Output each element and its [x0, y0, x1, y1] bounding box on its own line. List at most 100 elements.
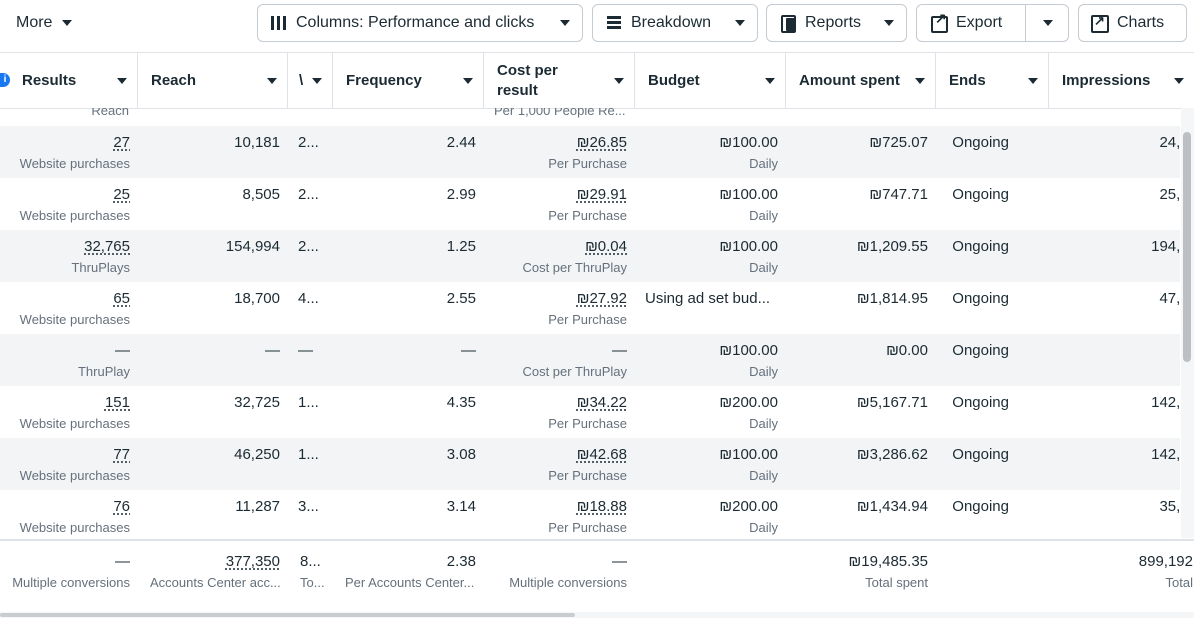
reach-value: — — [265, 342, 280, 359]
budget-subtext: Daily — [749, 364, 778, 379]
cell-reach: 32,725 — [138, 386, 288, 438]
export-split-button: Export — [916, 4, 1069, 42]
table-row[interactable]: 76 Website purchases 11,287 3... 3.14 ₪18.88 P… — [0, 490, 1180, 538]
cell-spent: ₪0.00 — [786, 334, 936, 386]
cell-results: — ThruPlay — [0, 334, 138, 386]
cell-narrow: 2... — [288, 126, 333, 178]
breakdown-button[interactable]: Breakdown — [592, 4, 758, 42]
reports-label: Reports — [805, 14, 862, 31]
budget-value: ₪100.00 — [719, 238, 778, 255]
chevron-down-icon — [614, 78, 624, 84]
table-row[interactable]: 65 Website purchases 18,700 4... 2.55 ₪27.92 P… — [0, 282, 1180, 334]
column-header-label: Amount spent — [799, 72, 900, 89]
cell-impressions: 194,27 — [1049, 230, 1180, 282]
cell-budget: ₪100.00 Daily — [635, 178, 786, 230]
cell-ends: Ongoing — [936, 230, 1049, 282]
columns-button[interactable]: Columns: Performance and clicks — [257, 4, 583, 42]
cell-spent: ₪1,814.95 — [786, 282, 936, 334]
column-header-label: \ — [299, 72, 304, 89]
export-dropdown-button[interactable] — [1026, 5, 1069, 41]
budget-value: ₪100.00 — [719, 186, 778, 203]
reach-value: 8,505 — [242, 186, 280, 203]
cell-impressions: 25,39 — [1049, 178, 1180, 230]
results-value[interactable]: 25 — [113, 186, 130, 203]
cost-value[interactable]: ₪26.85 — [577, 134, 627, 151]
column-header-results[interactable]: i Results — [0, 53, 138, 108]
charts-button[interactable]: Charts — [1078, 4, 1187, 42]
chevron-down-icon — [62, 20, 73, 26]
results-value[interactable]: — — [115, 342, 130, 359]
cell-results: 151 Website purchases — [0, 386, 138, 438]
cost-value[interactable]: ₪27.92 — [577, 290, 627, 307]
total-impressions-subtext: Total — [1165, 575, 1193, 590]
column-header-label: Reach — [151, 72, 197, 89]
frequency-value: 1.25 — [446, 238, 476, 255]
budget-value: ₪200.00 — [719, 394, 778, 411]
impressions-value: 194,27 — [1151, 238, 1180, 255]
results-value[interactable]: 151 — [105, 394, 130, 411]
column-header-label: Ends — [949, 72, 986, 89]
cost-value[interactable]: ₪18.88 — [577, 498, 627, 515]
scrollbar-thumb[interactable] — [1183, 132, 1191, 362]
table-row[interactable]: 77 Website purchases 46,250 1... 3.08 ₪42.68 P… — [0, 438, 1180, 490]
vertical-scrollbar[interactable] — [1181, 108, 1194, 538]
column-header-frequency[interactable]: Frequency — [333, 53, 484, 108]
export-button[interactable]: Export — [917, 5, 1025, 41]
results-value[interactable]: 77 — [113, 446, 130, 463]
impressions-value: 24,85 — [1159, 134, 1180, 151]
frequency-value: 4.35 — [446, 394, 476, 411]
chevron-down-icon — [1028, 78, 1038, 84]
cost-value[interactable]: — — [612, 342, 627, 359]
results-value[interactable]: 32,765 — [84, 238, 130, 255]
column-header-cost-per-result[interactable]: Cost per result — [484, 53, 635, 108]
total-reach[interactable]: 377,350 — [226, 553, 280, 570]
spent-value: ₪3,286.62 — [856, 446, 928, 463]
budget-value: ₪100.00 — [719, 134, 778, 151]
results-value[interactable]: 65 — [113, 290, 130, 307]
cell-spent: ₪1,434.94 — [786, 490, 936, 538]
cell-spent: ₪725.07 — [786, 126, 936, 178]
reports-button[interactable]: Reports — [766, 4, 907, 42]
column-header-reach[interactable]: Reach — [138, 53, 288, 108]
more-menu-button[interactable]: More — [16, 14, 73, 32]
cell-impressions: 35,49 — [1049, 490, 1180, 538]
table-row[interactable]: 25 Website purchases 8,505 2... 2.99 ₪29.91 Pe… — [0, 178, 1180, 230]
cell-cost: ₪34.22 Per Purchase — [484, 386, 635, 438]
results-value[interactable]: 27 — [113, 134, 130, 151]
table-row-partial: Reach Per 1,000 People Re... — [0, 108, 1180, 126]
table-row[interactable]: 27 Website purchases 10,181 2... 2.44 ₪26.85 P… — [0, 126, 1180, 178]
cost-value[interactable]: ₪42.68 — [577, 446, 627, 463]
cell-frequency: 1.25 — [333, 230, 484, 282]
narrow-value: 3... — [298, 498, 319, 515]
column-header-budget[interactable]: Budget — [635, 53, 786, 108]
cell-ends: Ongoing — [936, 178, 1049, 230]
scrollbar-thumb[interactable] — [0, 613, 575, 617]
horizontal-scrollbar[interactable] — [0, 612, 1194, 618]
cost-value[interactable]: ₪0.04 — [585, 238, 627, 255]
narrow-value: 1... — [298, 394, 319, 411]
column-header-amount-spent[interactable]: Amount spent — [786, 53, 936, 108]
cell-reach: 10,181 — [138, 126, 288, 178]
table-row[interactable]: 32,765 ThruPlays 154,994 2... 1.25 ₪0.04 Cost … — [0, 230, 1180, 282]
results-value[interactable]: 76 — [113, 498, 130, 515]
cell-results: 25 Website purchases — [0, 178, 138, 230]
cell-ends: Ongoing — [936, 386, 1049, 438]
spent-value: ₪1,209.55 — [856, 238, 928, 255]
reach-value: 154,994 — [225, 238, 280, 255]
cell-spent: ₪747.71 — [786, 178, 936, 230]
cost-value[interactable]: ₪29.91 — [577, 186, 627, 203]
cell-results: 77 Website purchases — [0, 438, 138, 490]
cell-spent: ₪1,209.55 — [786, 230, 936, 282]
column-header-impressions[interactable]: Impressions — [1049, 53, 1194, 108]
reports-icon — [779, 14, 797, 33]
column-header-narrow[interactable]: \ — [288, 53, 333, 108]
cell-impressions: 47,62 — [1049, 282, 1180, 334]
frequency-value: — — [461, 342, 476, 359]
table-row[interactable]: 151 Website purchases 32,725 1... 4.35 ₪34.22… — [0, 386, 1180, 438]
cost-value[interactable]: ₪34.22 — [577, 394, 627, 411]
column-header-ends[interactable]: Ends — [936, 53, 1049, 108]
breakdown-icon — [605, 14, 623, 32]
table-row[interactable]: — ThruPlay — — — — Cost per ThruPlay ₪100.00 Dai… — [0, 334, 1180, 386]
ends-value: Ongoing — [952, 186, 1009, 203]
total-narrow-subtext: To... — [300, 575, 325, 590]
